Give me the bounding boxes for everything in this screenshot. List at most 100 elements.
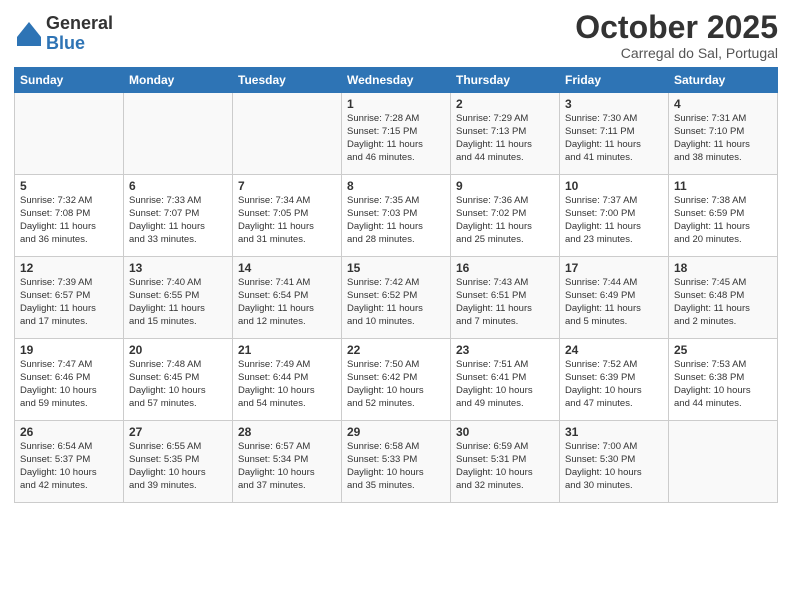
title-block: October 2025 Carregal do Sal, Portugal	[575, 10, 778, 61]
day-info: Sunrise: 7:37 AM Sunset: 7:00 PM Dayligh…	[565, 195, 663, 246]
calendar-week-2: 12 Sunrise: 7:39 AM Sunset: 6:57 PM Dayli…	[15, 257, 778, 339]
day-number: 7	[238, 179, 336, 193]
table-row: 29Sunrise: 6:58 AM Sunset: 5:33 PM Dayli…	[342, 421, 451, 503]
day-info: Sunrise: 7:50 AM Sunset: 6:42 PM Dayligh…	[347, 359, 445, 410]
day-number: 5	[20, 179, 118, 193]
day-info: Sunrise: 7:00 AM Sunset: 5:30 PM Dayligh…	[565, 441, 663, 492]
header: General Blue October 2025 Carregal do Sa…	[14, 10, 778, 61]
day-number: 1	[347, 97, 445, 111]
day-number: 31	[565, 425, 663, 439]
page: General Blue October 2025 Carregal do Sa…	[0, 0, 792, 612]
day-info: Sunrise: 6:57 AM Sunset: 5:34 PM Dayligh…	[238, 441, 336, 492]
day-number: 23	[456, 343, 554, 357]
table-row: 19Sunrise: 7:47 AM Sunset: 6:46 PM Dayli…	[15, 339, 124, 421]
day-info: Sunrise: 7:36 AM Sunset: 7:02 PM Dayligh…	[456, 195, 554, 246]
table-row: 31 Sunrise: 7:00 AM Sunset: 5:30 PM Dayli…	[560, 421, 669, 503]
table-row: 2 Sunrise: 7:29 AM Sunset: 7:13 PM Daylig…	[451, 93, 560, 175]
day-info: Sunrise: 7:42 AM Sunset: 6:52 PM Dayligh…	[347, 277, 445, 328]
day-info: Sunrise: 7:28 AM Sunset: 7:15 PM Dayligh…	[347, 113, 445, 164]
day-number: 14	[238, 261, 336, 275]
calendar-header-row: Sunday Monday Tuesday Wednesday Thursday…	[15, 68, 778, 93]
calendar-table: Sunday Monday Tuesday Wednesday Thursday…	[14, 67, 778, 503]
logo: General Blue	[14, 14, 113, 54]
calendar-week-0: 1 Sunrise: 7:28 AM Sunset: 7:15 PM Daylig…	[15, 93, 778, 175]
table-row: 17 Sunrise: 7:44 AM Sunset: 6:49 PM Dayli…	[560, 257, 669, 339]
calendar-week-4: 26 Sunrise: 6:54 AM Sunset: 5:37 PM Dayli…	[15, 421, 778, 503]
day-info: Sunrise: 7:40 AM Sunset: 6:55 PM Dayligh…	[129, 277, 227, 328]
day-info: Sunrise: 7:43 AM Sunset: 6:51 PM Dayligh…	[456, 277, 554, 328]
day-number: 27	[129, 425, 227, 439]
day-number: 30	[456, 425, 554, 439]
table-row: 11 Sunrise: 7:38 AM Sunset: 6:59 PM Dayli…	[669, 175, 778, 257]
day-info: Sunrise: 7:49 AM Sunset: 6:44 PM Dayligh…	[238, 359, 336, 410]
location-title: Carregal do Sal, Portugal	[575, 45, 778, 61]
day-number: 6	[129, 179, 227, 193]
day-number: 22	[347, 343, 445, 357]
day-number: 16	[456, 261, 554, 275]
col-thursday: Thursday	[451, 68, 560, 93]
day-info: Sunrise: 7:35 AM Sunset: 7:03 PM Dayligh…	[347, 195, 445, 246]
table-row	[669, 421, 778, 503]
table-row	[233, 93, 342, 175]
day-info: Sunrise: 7:30 AM Sunset: 7:11 PM Dayligh…	[565, 113, 663, 164]
day-info: Sunrise: 7:41 AM Sunset: 6:54 PM Dayligh…	[238, 277, 336, 328]
month-title: October 2025	[575, 10, 778, 45]
table-row: 7Sunrise: 7:34 AM Sunset: 7:05 PM Daylig…	[233, 175, 342, 257]
day-info: Sunrise: 7:51 AM Sunset: 6:41 PM Dayligh…	[456, 359, 554, 410]
table-row: 28 Sunrise: 6:57 AM Sunset: 5:34 PM Dayli…	[233, 421, 342, 503]
day-info: Sunrise: 7:31 AM Sunset: 7:10 PM Dayligh…	[674, 113, 772, 164]
day-info: Sunrise: 7:38 AM Sunset: 6:59 PM Dayligh…	[674, 195, 772, 246]
table-row: 9 Sunrise: 7:36 AM Sunset: 7:02 PM Daylig…	[451, 175, 560, 257]
day-info: Sunrise: 7:53 AM Sunset: 6:38 PM Dayligh…	[674, 359, 772, 410]
table-row: 18Sunrise: 7:45 AM Sunset: 6:48 PM Dayli…	[669, 257, 778, 339]
day-number: 12	[20, 261, 118, 275]
day-number: 2	[456, 97, 554, 111]
day-number: 11	[674, 179, 772, 193]
day-info: Sunrise: 7:48 AM Sunset: 6:45 PM Dayligh…	[129, 359, 227, 410]
day-info: Sunrise: 7:47 AM Sunset: 6:46 PM Dayligh…	[20, 359, 118, 410]
table-row: 20Sunrise: 7:48 AM Sunset: 6:45 PM Dayli…	[124, 339, 233, 421]
day-info: Sunrise: 6:58 AM Sunset: 5:33 PM Dayligh…	[347, 441, 445, 492]
day-info: Sunrise: 7:52 AM Sunset: 6:39 PM Dayligh…	[565, 359, 663, 410]
logo-icon	[14, 19, 44, 49]
logo-blue: Blue	[46, 34, 113, 54]
day-info: Sunrise: 7:45 AM Sunset: 6:48 PM Dayligh…	[674, 277, 772, 328]
day-number: 13	[129, 261, 227, 275]
table-row: 22 Sunrise: 7:50 AM Sunset: 6:42 PM Dayli…	[342, 339, 451, 421]
day-info: Sunrise: 7:39 AM Sunset: 6:57 PM Dayligh…	[20, 277, 118, 328]
table-row: 24Sunrise: 7:52 AM Sunset: 6:39 PM Dayli…	[560, 339, 669, 421]
table-row: 6 Sunrise: 7:33 AM Sunset: 7:07 PM Daylig…	[124, 175, 233, 257]
table-row: 16 Sunrise: 7:43 AM Sunset: 6:51 PM Dayli…	[451, 257, 560, 339]
day-number: 25	[674, 343, 772, 357]
day-info: Sunrise: 7:44 AM Sunset: 6:49 PM Dayligh…	[565, 277, 663, 328]
table-row: 10 Sunrise: 7:37 AM Sunset: 7:00 PM Dayli…	[560, 175, 669, 257]
day-number: 21	[238, 343, 336, 357]
table-row: 15 Sunrise: 7:42 AM Sunset: 6:52 PM Dayli…	[342, 257, 451, 339]
day-number: 26	[20, 425, 118, 439]
col-friday: Friday	[560, 68, 669, 93]
day-number: 8	[347, 179, 445, 193]
day-number: 17	[565, 261, 663, 275]
logo-general: General	[46, 14, 113, 34]
table-row: 1 Sunrise: 7:28 AM Sunset: 7:15 PM Daylig…	[342, 93, 451, 175]
day-number: 9	[456, 179, 554, 193]
table-row: 12 Sunrise: 7:39 AM Sunset: 6:57 PM Dayli…	[15, 257, 124, 339]
table-row: 27Sunrise: 6:55 AM Sunset: 5:35 PM Dayli…	[124, 421, 233, 503]
table-row: 3Sunrise: 7:30 AM Sunset: 7:11 PM Daylig…	[560, 93, 669, 175]
col-sunday: Sunday	[15, 68, 124, 93]
day-number: 28	[238, 425, 336, 439]
day-number: 15	[347, 261, 445, 275]
day-number: 10	[565, 179, 663, 193]
col-saturday: Saturday	[669, 68, 778, 93]
col-wednesday: Wednesday	[342, 68, 451, 93]
day-info: Sunrise: 6:54 AM Sunset: 5:37 PM Dayligh…	[20, 441, 118, 492]
table-row: 26 Sunrise: 6:54 AM Sunset: 5:37 PM Dayli…	[15, 421, 124, 503]
calendar-week-3: 19Sunrise: 7:47 AM Sunset: 6:46 PM Dayli…	[15, 339, 778, 421]
day-info: Sunrise: 7:29 AM Sunset: 7:13 PM Dayligh…	[456, 113, 554, 164]
col-monday: Monday	[124, 68, 233, 93]
table-row: 14 Sunrise: 7:41 AM Sunset: 6:54 PM Dayli…	[233, 257, 342, 339]
day-info: Sunrise: 6:59 AM Sunset: 5:31 PM Dayligh…	[456, 441, 554, 492]
day-info: Sunrise: 7:33 AM Sunset: 7:07 PM Dayligh…	[129, 195, 227, 246]
day-number: 4	[674, 97, 772, 111]
table-row: 25 Sunrise: 7:53 AM Sunset: 6:38 PM Dayli…	[669, 339, 778, 421]
